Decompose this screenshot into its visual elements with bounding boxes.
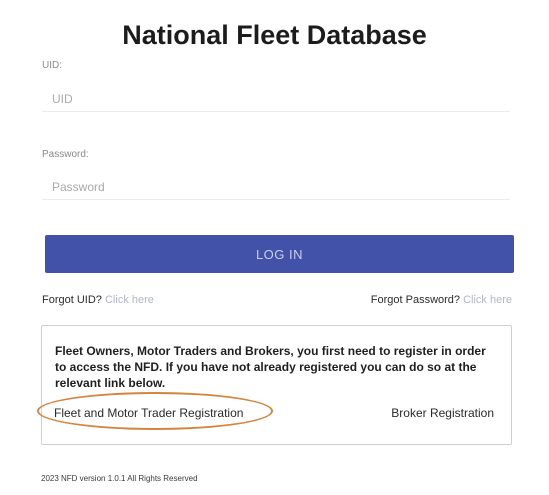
uid-input[interactable] bbox=[42, 86, 510, 112]
forgot-password-text: Forgot Password? bbox=[370, 294, 461, 306]
login-page: National Fleet Database UID: Password: L… bbox=[0, 0, 549, 495]
forgot-password: Forgot Password? Click here bbox=[371, 294, 512, 306]
login-button[interactable]: LOG IN bbox=[45, 235, 514, 273]
forgot-uid: Forgot UID? Click here bbox=[42, 294, 154, 306]
fleet-registration-link[interactable]: Fleet and Motor Trader Registration bbox=[54, 406, 243, 420]
page-title: National Fleet Database bbox=[122, 20, 427, 50]
registration-info-box: Fleet Owners, Motor Traders and Brokers,… bbox=[41, 325, 512, 445]
forgot-uid-link[interactable]: Click here bbox=[105, 294, 154, 306]
password-input[interactable] bbox=[42, 174, 510, 200]
forgot-uid-text: Forgot UID? bbox=[42, 294, 102, 306]
uid-label: UID: bbox=[42, 60, 62, 71]
forgot-password-link[interactable]: Click here bbox=[463, 294, 512, 306]
password-label: Password: bbox=[42, 149, 89, 160]
footer-text: 2023 NFD version 1.0.1 All Rights Reserv… bbox=[41, 474, 198, 483]
broker-registration-link[interactable]: Broker Registration bbox=[391, 406, 494, 420]
registration-message: Fleet Owners, Motor Traders and Brokers,… bbox=[55, 344, 486, 390]
